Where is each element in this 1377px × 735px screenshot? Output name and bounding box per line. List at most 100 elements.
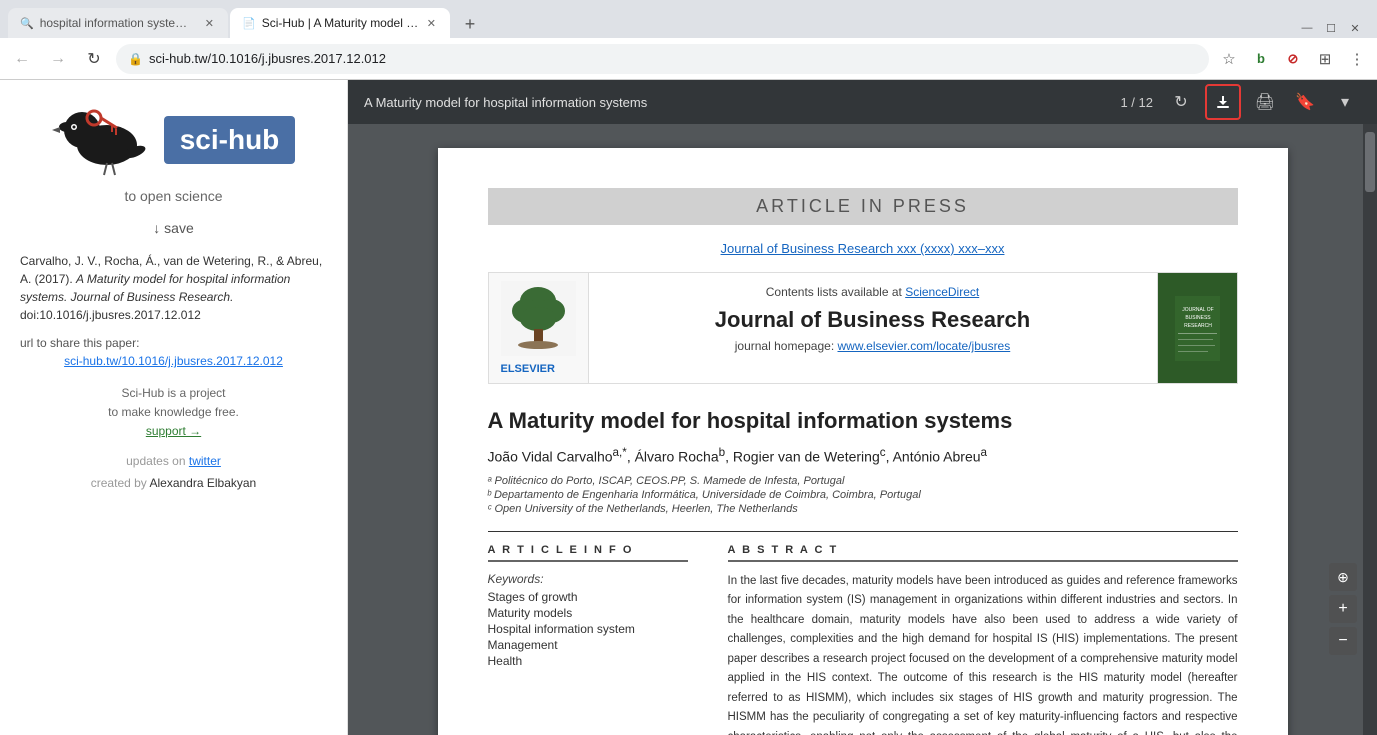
journal-thumbnail: JOURNAL OF BUSINESS RESEARCH	[1157, 273, 1237, 383]
paper-title: A Maturity model for hospital informatio…	[488, 408, 1238, 434]
affiliation-b: ᵇ Departamento de Engenharia Informática…	[488, 489, 1238, 501]
url-share-link[interactable]: sci-hub.tw/10.1016/j.jbusres.2017.12.012	[64, 354, 283, 368]
pdf-area: A Maturity model for hospital informatio…	[348, 80, 1377, 735]
scihub-tagline: to open science	[124, 188, 222, 204]
creator-name: Alexandra Elbakyan	[149, 476, 256, 490]
pdf-content[interactable]: ARTICLE IN PRESS Journal of Business Res…	[348, 124, 1377, 735]
maximize-button[interactable]: ☐	[1321, 18, 1341, 38]
tab-scihub[interactable]: 📄 Sci-Hub | A Maturity model for h... ✕	[230, 8, 450, 38]
created-label: created by	[91, 476, 147, 490]
pdf-page-info: 1 / 12	[1120, 95, 1153, 110]
zoom-pan-icon[interactable]: ⊕	[1329, 563, 1357, 591]
scihub-bird-logo	[52, 100, 152, 180]
tab1-favicon: 🔍	[20, 17, 34, 30]
adblock-icon[interactable]: ⊘	[1281, 47, 1305, 71]
elsevier-homepage-link[interactable]: www.elsevier.com/locate/jbusres	[838, 339, 1011, 353]
article-in-press-banner: ARTICLE IN PRESS	[488, 188, 1238, 225]
pdf-rotate-icon[interactable]: ↻	[1165, 86, 1197, 118]
close-button[interactable]: ✕	[1345, 18, 1365, 38]
keyword-maturity: Maturity models	[488, 606, 688, 620]
affiliation-a: ᵃ Politécnico do Porto, ISCAP, CEOS.PP, …	[488, 475, 1238, 487]
new-tab-button[interactable]: +	[456, 10, 484, 38]
zoom-out-button[interactable]: −	[1329, 627, 1357, 655]
reload-button[interactable]: ↻	[80, 45, 108, 73]
mission-line1: Sci-Hub is a project	[108, 384, 239, 403]
homepage-line: journal homepage: www.elsevier.com/locat…	[609, 339, 1137, 353]
bookmark-star-icon[interactable]: ☆	[1217, 47, 1241, 71]
main-area: sci-hub to open science ↓ save Carvalho,…	[0, 80, 1377, 735]
keywords-label: Keywords:	[488, 572, 688, 586]
abstract-section: A B S T R A C T In the last five decades…	[728, 544, 1238, 735]
pdf-scrollbar[interactable]	[1363, 124, 1377, 735]
journal-header: ELSEVIER Contents lists available at Sci…	[488, 272, 1238, 384]
keyword-management: Management	[488, 638, 688, 652]
zoom-in-button[interactable]: +	[1329, 595, 1357, 623]
created-by: created by Alexandra Elbakyan	[91, 476, 256, 490]
citation-text: Carvalho, J. V., Rocha, Á., van de Weter…	[20, 252, 327, 324]
paper-authors: João Vidal Carvalhoa,*, Álvaro Rochab, R…	[488, 446, 1238, 465]
tab2-close[interactable]: ✕	[425, 15, 438, 32]
article-info: A R T I C L E I N F O Keywords: Stages o…	[488, 544, 688, 735]
tab1-close[interactable]: ✕	[203, 15, 216, 32]
scihub-mission: Sci-Hub is a project to make knowledge f…	[108, 384, 239, 442]
scihub-brand-box: sci-hub	[164, 116, 296, 164]
pdf-menu-icon[interactable]: ▾	[1329, 86, 1361, 118]
address-right-icons: ☆ b ⊘ ⊞ ⋮	[1217, 47, 1369, 71]
bing-icon[interactable]: b	[1249, 47, 1273, 71]
tab-bar: 🔍 hospital information system - Go... ✕ …	[0, 0, 1377, 38]
article-info-heading: A R T I C L E I N F O	[488, 544, 688, 562]
pdf-toolbar-icons: ↻ 🖨 🔖 ▾	[1165, 84, 1361, 120]
pdf-download-button[interactable]	[1205, 84, 1241, 120]
browser-chrome: 🔍 hospital information system - Go... ✕ …	[0, 0, 1377, 80]
journal-thumb-inner: JOURNAL OF BUSINESS RESEARCH	[1167, 288, 1227, 368]
svg-text:RESEARCH: RESEARCH	[1184, 323, 1212, 329]
zoom-controls: ⊕ + −	[1329, 563, 1357, 655]
contents-line: Contents lists available at ScienceDirec…	[609, 285, 1137, 299]
svg-text:BUSINESS: BUSINESS	[1185, 315, 1211, 321]
pdf-page: ARTICLE IN PRESS Journal of Business Res…	[438, 148, 1288, 735]
tab2-favicon: 📄	[242, 17, 256, 30]
support-link[interactable]: support →	[146, 424, 201, 438]
affiliation-c: ᶜ Open University of the Netherlands, He…	[488, 503, 1238, 515]
keyword-health: Health	[488, 654, 688, 668]
journal-link[interactable]: Journal of Business Research xxx (xxxx) …	[488, 241, 1238, 256]
elsevier-logo: ELSEVIER	[501, 363, 576, 375]
forward-button[interactable]: →	[44, 45, 72, 73]
pdf-bookmark-icon[interactable]: 🔖	[1289, 86, 1321, 118]
updates-text: updates on	[126, 454, 185, 468]
journal-name: Journal of Business Research	[609, 307, 1137, 333]
save-button[interactable]: ↓ save	[153, 220, 193, 236]
address-bar: ← → ↻ 🔒 sci-hub.tw/10.1016/j.jbusres.201…	[0, 38, 1377, 80]
svg-text:JOURNAL OF: JOURNAL OF	[1182, 307, 1213, 313]
abstract-heading: A B S T R A C T	[728, 544, 1238, 562]
url-text: sci-hub.tw/10.1016/j.jbusres.2017.12.012	[149, 51, 1197, 66]
scrollbar-thumb[interactable]	[1365, 132, 1375, 192]
abstract-text: In the last five decades, maturity model…	[728, 572, 1238, 735]
elsevier-tree-logo: ELSEVIER	[489, 273, 589, 383]
scihub-brand-text: sci-hub	[164, 116, 296, 164]
tab-hospital-info[interactable]: 🔍 hospital information system - Go... ✕	[8, 8, 228, 38]
pdf-title: A Maturity model for hospital informatio…	[364, 95, 1108, 110]
twitter-link[interactable]: twitter	[189, 454, 221, 468]
back-button[interactable]: ←	[8, 45, 36, 73]
affiliations: ᵃ Politécnico do Porto, ISCAP, CEOS.PP, …	[488, 475, 1238, 515]
journal-center: Contents lists available at ScienceDirec…	[589, 273, 1157, 383]
tab1-title: hospital information system - Go...	[40, 16, 197, 30]
pdf-toolbar: A Maturity model for hospital informatio…	[348, 80, 1377, 124]
lock-icon: 🔒	[128, 52, 143, 66]
pdf-print-icon[interactable]: 🖨	[1249, 86, 1281, 118]
window-controls: — ☐ ✕	[1285, 18, 1377, 38]
scihub-sidebar: sci-hub to open science ↓ save Carvalho,…	[0, 80, 348, 735]
minimize-button[interactable]: —	[1297, 18, 1317, 38]
keyword-his: Hospital information system	[488, 622, 688, 636]
menu-icon[interactable]: ⋮	[1345, 47, 1369, 71]
mission-line2: to make knowledge free.	[108, 403, 239, 422]
sciencedirect-link[interactable]: ScienceDirect	[905, 285, 979, 299]
keyword-stages: Stages of growth	[488, 590, 688, 604]
section-divider	[488, 531, 1238, 532]
extensions-icon[interactable]: ⊞	[1313, 47, 1337, 71]
twitter-note: updates on twitter	[126, 454, 221, 468]
scihub-logo-area: sci-hub	[52, 100, 296, 180]
url-share-label: url to share this paper:	[20, 336, 327, 350]
url-bar[interactable]: 🔒 sci-hub.tw/10.1016/j.jbusres.2017.12.0…	[116, 44, 1209, 74]
